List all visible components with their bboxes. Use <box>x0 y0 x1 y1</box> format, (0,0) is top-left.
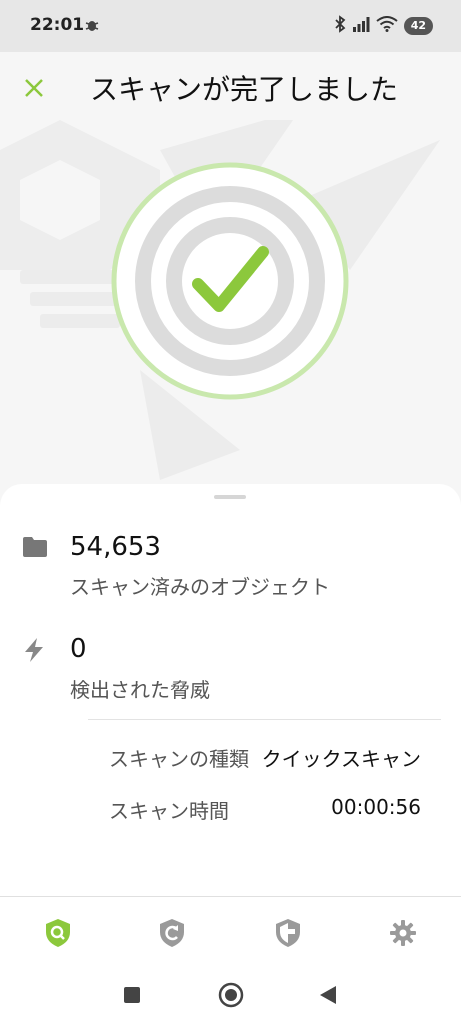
status-bar: 22:01 42 <box>0 0 461 52</box>
sheet-drag-handle[interactable] <box>214 495 246 499</box>
gear-icon[interactable] <box>387 917 419 949</box>
lightning-icon <box>22 637 46 667</box>
page-title: スキャンが完了しました <box>90 73 399 106</box>
recents-icon[interactable] <box>123 986 141 1008</box>
bluetooth-icon <box>334 15 346 37</box>
shield-update-icon[interactable] <box>156 917 188 949</box>
close-icon[interactable] <box>20 74 48 102</box>
scan-result-hero <box>0 120 461 490</box>
system-navigation <box>0 968 461 1024</box>
signal-icon <box>352 16 370 36</box>
scanned-objects-count: 54,653 <box>70 532 161 562</box>
wifi-icon <box>376 16 398 36</box>
scan-complete-indicator <box>110 161 350 401</box>
back-icon[interactable] <box>318 984 338 1010</box>
scanned-objects-label: スキャン済みのオブジェクト <box>70 575 330 599</box>
scan-duration-value: 00:00:56 <box>331 795 421 819</box>
battery-icon: 42 <box>403 17 433 35</box>
header: スキャンが完了しました <box>0 52 461 120</box>
results-sheet: 54,653 スキャン済みのオブジェクト 0 検出された脅威 スキャンの種類 ク… <box>0 484 461 896</box>
scan-type-value: クイックスキャン <box>261 747 421 771</box>
folder-icon <box>22 536 48 562</box>
shield-protection-icon[interactable] <box>272 917 304 949</box>
divider <box>88 719 441 720</box>
threats-count: 0 <box>70 634 87 664</box>
scan-type-label: スキャンの種類 <box>109 747 249 771</box>
scan-duration-label: スキャン時間 <box>109 799 229 823</box>
bug-icon <box>84 17 100 37</box>
bottom-navigation <box>0 896 461 969</box>
threats-label: 検出された脅威 <box>70 678 210 702</box>
status-time: 22:01 <box>30 15 85 35</box>
home-icon[interactable] <box>218 982 244 1012</box>
shield-search-icon[interactable] <box>42 917 74 949</box>
